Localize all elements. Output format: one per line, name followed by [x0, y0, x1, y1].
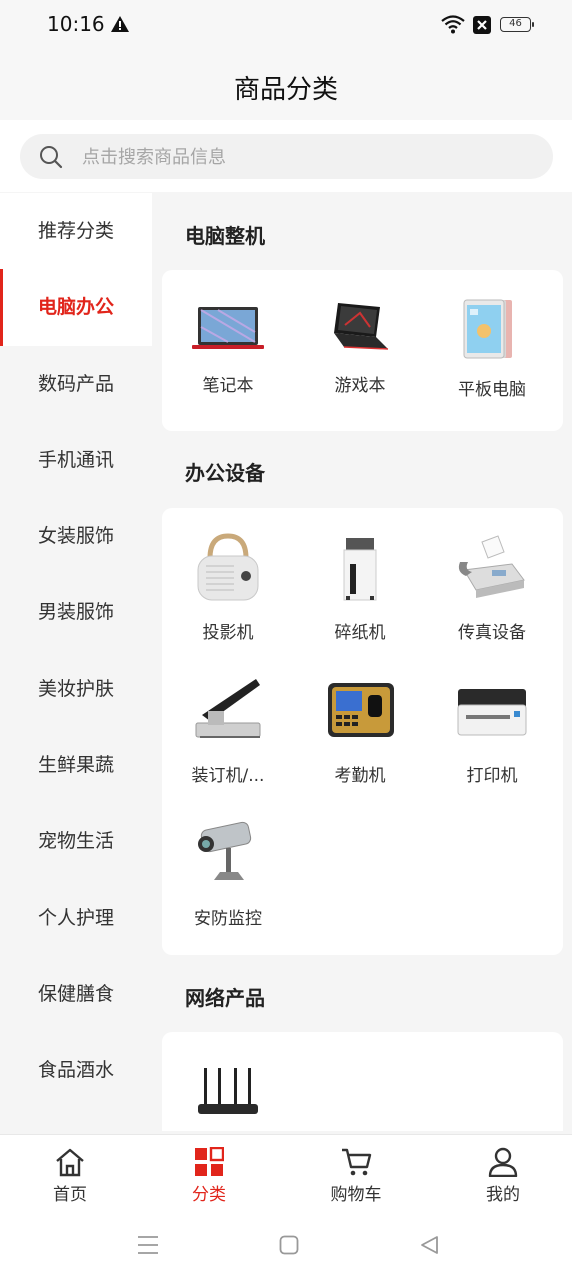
system-nav-bar: [0, 1212, 572, 1280]
category-item-label: 游戏本: [334, 376, 386, 396]
nav-profile[interactable]: 我的: [453, 1135, 553, 1213]
category-item-label: 碎纸机: [334, 623, 386, 643]
header: 商品分类: [0, 50, 572, 120]
section-title-computers: 电脑整机: [185, 224, 265, 248]
section-card-network-products: [162, 1032, 563, 1131]
search-input[interactable]: [80, 134, 524, 181]
tablet-icon: [463, 299, 512, 359]
nav-category-label: 分类: [192, 1185, 226, 1205]
binding-machine-icon: [195, 679, 261, 738]
sidebar-item-personal-care[interactable]: 个人护理: [0, 879, 152, 956]
category-item-label: 打印机: [466, 766, 518, 786]
search-bar: [0, 120, 572, 192]
section-title-office-equipment: 办公设备: [185, 461, 265, 485]
category-item-shredder[interactable]: 碎纸机: [300, 532, 420, 643]
attendance-machine-icon: [328, 683, 394, 737]
menu-icon[interactable]: [137, 1235, 159, 1255]
sidebar-item-mens-clothing[interactable]: 男装服饰: [0, 574, 152, 651]
back-icon[interactable]: [419, 1235, 439, 1255]
sidebar-item-mobile[interactable]: 手机通讯: [0, 421, 152, 499]
battery-indicator: 46: [500, 17, 534, 32]
category-item-label: 安防监控: [194, 909, 262, 929]
printer-icon: [457, 689, 527, 736]
page-title: 商品分类: [233, 75, 338, 105]
category-item-binding-machine[interactable]: 装订机/...: [168, 675, 288, 786]
close-box-icon: [473, 16, 491, 34]
sidebar-item-computer-office[interactable]: 电脑办公: [0, 269, 152, 346]
category-item-label: 装订机/...: [191, 766, 265, 786]
nav-cart[interactable]: 购物车: [306, 1135, 406, 1213]
category-item-label: 考勤机: [334, 766, 386, 786]
category-item-attendance-machine[interactable]: 考勤机: [300, 675, 420, 786]
projector-icon: [197, 533, 259, 601]
section-title-network-products: 网络产品: [185, 986, 265, 1010]
category-content: 电脑整机 笔记本 游戏本 平板电脑 办公设备 投影机 碎纸机 传真设备 装订机/…: [152, 193, 572, 1131]
search-icon: [40, 146, 63, 169]
shredder-icon: [343, 538, 377, 601]
category-item-label: 平板电脑: [458, 380, 526, 400]
nav-home[interactable]: 首页: [20, 1135, 120, 1213]
nav-profile-label: 我的: [486, 1185, 520, 1205]
sidebar-item-food-drinks[interactable]: 食品酒水: [0, 1032, 152, 1109]
home-square-icon[interactable]: [279, 1235, 299, 1255]
gaming-laptop-icon: [334, 303, 389, 350]
nav-cart-label: 购物车: [330, 1185, 382, 1205]
security-camera-icon: [198, 821, 252, 880]
category-item-gaming-laptop[interactable]: 游戏本: [300, 297, 420, 396]
category-item-laptop[interactable]: 笔记本: [168, 297, 288, 396]
category-sidebar: 推荐分类 电脑办公 数码产品 手机通讯 女装服饰 男装服饰 美妆护肤 生鲜果蔬 …: [0, 193, 152, 1131]
category-item-label: 投影机: [202, 623, 254, 643]
home-icon: [56, 1148, 84, 1177]
category-item-security-camera[interactable]: 安防监控: [168, 818, 288, 929]
laptop-icon: [192, 307, 264, 349]
sidebar-item-beauty[interactable]: 美妆护肤: [0, 650, 152, 728]
category-item-printer[interactable]: 打印机: [432, 675, 552, 786]
sidebar-item-digital[interactable]: 数码产品: [0, 345, 152, 422]
category-item-label: 笔记本: [202, 376, 254, 396]
bottom-nav: 首页 分类 购物车 我的: [0, 1134, 572, 1213]
sidebar-item-recommended[interactable]: 推荐分类: [0, 193, 152, 270]
sidebar-item-pets[interactable]: 宠物生活: [0, 803, 152, 880]
user-icon: [488, 1147, 518, 1177]
section-card-computers: 笔记本 游戏本 平板电脑: [162, 270, 563, 431]
fax-icon: [458, 535, 525, 598]
search-box[interactable]: [20, 134, 553, 181]
warning-icon: [111, 16, 129, 32]
category-item-fax[interactable]: 传真设备: [432, 532, 552, 643]
wifi-icon: [441, 15, 465, 34]
sidebar-item-fresh-produce[interactable]: 生鲜果蔬: [0, 727, 152, 804]
category-icon: [195, 1147, 224, 1176]
sidebar-item-womens-clothing[interactable]: 女装服饰: [0, 498, 152, 575]
category-item-label: 传真设备: [458, 623, 526, 643]
sidebar-item-health-food[interactable]: 保健膳食: [0, 955, 152, 1033]
nav-category[interactable]: 分类: [159, 1135, 259, 1213]
category-item-projector[interactable]: 投影机: [168, 532, 288, 643]
router-icon: [198, 1068, 258, 1114]
category-item-router[interactable]: [168, 1064, 288, 1124]
nav-home-label: 首页: [53, 1185, 87, 1205]
cart-icon: [342, 1148, 372, 1176]
category-item-tablet[interactable]: 平板电脑: [432, 297, 552, 400]
section-card-office-equipment: 投影机 碎纸机 传真设备 装订机/... 考勤机 打印机 安防监控: [162, 508, 563, 955]
status-bar: 10:16 46: [0, 0, 572, 50]
status-time: 10:16: [47, 12, 105, 36]
